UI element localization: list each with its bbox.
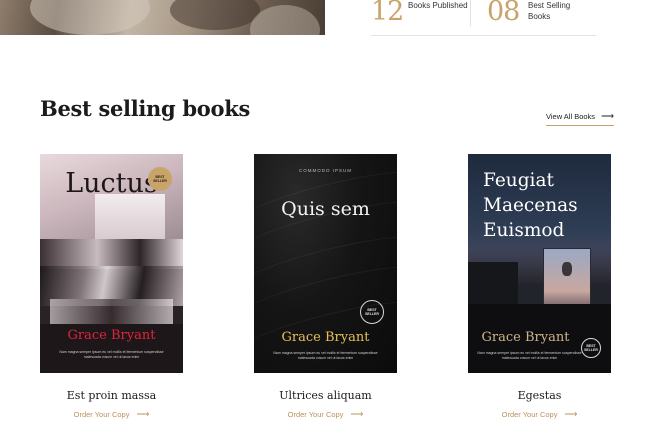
book-title[interactable]: Est proin massa bbox=[40, 389, 183, 402]
stat-number: 12 bbox=[371, 0, 404, 27]
book-title[interactable]: Egestas bbox=[468, 389, 611, 402]
arrow-right-icon: ⟶ bbox=[601, 111, 614, 121]
stat-label: Best Selling Books bbox=[528, 1, 571, 21]
cover-author: Grace Bryant bbox=[67, 328, 156, 343]
book-cover[interactable]: Feugiat Maecenas Euismod BEST SELLER Gra… bbox=[468, 154, 611, 373]
section-title: Best selling books bbox=[40, 96, 250, 121]
order-label: Order Your Copy bbox=[73, 410, 130, 419]
stats-bar: 12 Books Published 08 Best Selling Books bbox=[371, 0, 596, 36]
best-seller-badge: BEST SELLER bbox=[360, 300, 384, 324]
order-label: Order Your Copy bbox=[501, 410, 558, 419]
cover-title: Quis sem bbox=[281, 198, 370, 220]
book-title[interactable]: Ultrices aliquam bbox=[254, 389, 397, 402]
arrow-right-icon: ⟶ bbox=[564, 409, 578, 419]
book-card: Feugiat Maecenas Euismod BEST SELLER Gra… bbox=[468, 154, 611, 420]
best-seller-badge: BEST SELLER bbox=[148, 167, 172, 191]
cover-title-line: Euismod bbox=[483, 220, 565, 241]
book-cover[interactable]: COMMODO IPSUM Quis sem BEST SELLER Grace… bbox=[254, 154, 397, 373]
cover-title-line: Feugiat bbox=[483, 170, 554, 191]
order-copy-link[interactable]: Order Your Copy ⟶ bbox=[40, 409, 183, 420]
stat-number: 08 bbox=[487, 0, 520, 27]
stat-label: Books Published bbox=[408, 1, 468, 10]
cover-author: Grace Bryant bbox=[281, 330, 370, 345]
book-cover[interactable]: Luctus BEST SELLER Grace Bryant Nam magn… bbox=[40, 154, 183, 373]
stat-divider bbox=[470, 0, 471, 26]
cover-title-line: Maecenas bbox=[483, 195, 578, 216]
hero-image bbox=[0, 0, 325, 35]
cover-kicker: COMMODO IPSUM bbox=[299, 168, 352, 173]
cover-title: Feugiat Maecenas Euismod bbox=[483, 168, 578, 243]
cover-author: Grace Bryant bbox=[481, 330, 570, 345]
book-card: Luctus BEST SELLER Grace Bryant Nam magn… bbox=[40, 154, 183, 420]
arrow-right-icon: ⟶ bbox=[136, 409, 150, 419]
view-all-books-link[interactable]: View All Books ⟶ bbox=[546, 111, 614, 126]
cover-blurb: Nam magna semper ipsum eu vel mollis et … bbox=[273, 351, 378, 360]
order-copy-link[interactable]: Order Your Copy ⟶ bbox=[468, 409, 611, 420]
view-all-label: View All Books bbox=[546, 112, 596, 121]
cover-blurb: Nam magna semper ipsum eu vel mollis et … bbox=[477, 351, 582, 360]
book-card: COMMODO IPSUM Quis sem BEST SELLER Grace… bbox=[254, 154, 397, 420]
arrow-right-icon: ⟶ bbox=[350, 409, 364, 419]
cover-blurb: Nam magna semper ipsum eu vel mollis et … bbox=[59, 350, 164, 359]
order-label: Order Your Copy bbox=[287, 410, 344, 419]
order-copy-link[interactable]: Order Your Copy ⟶ bbox=[254, 409, 397, 420]
